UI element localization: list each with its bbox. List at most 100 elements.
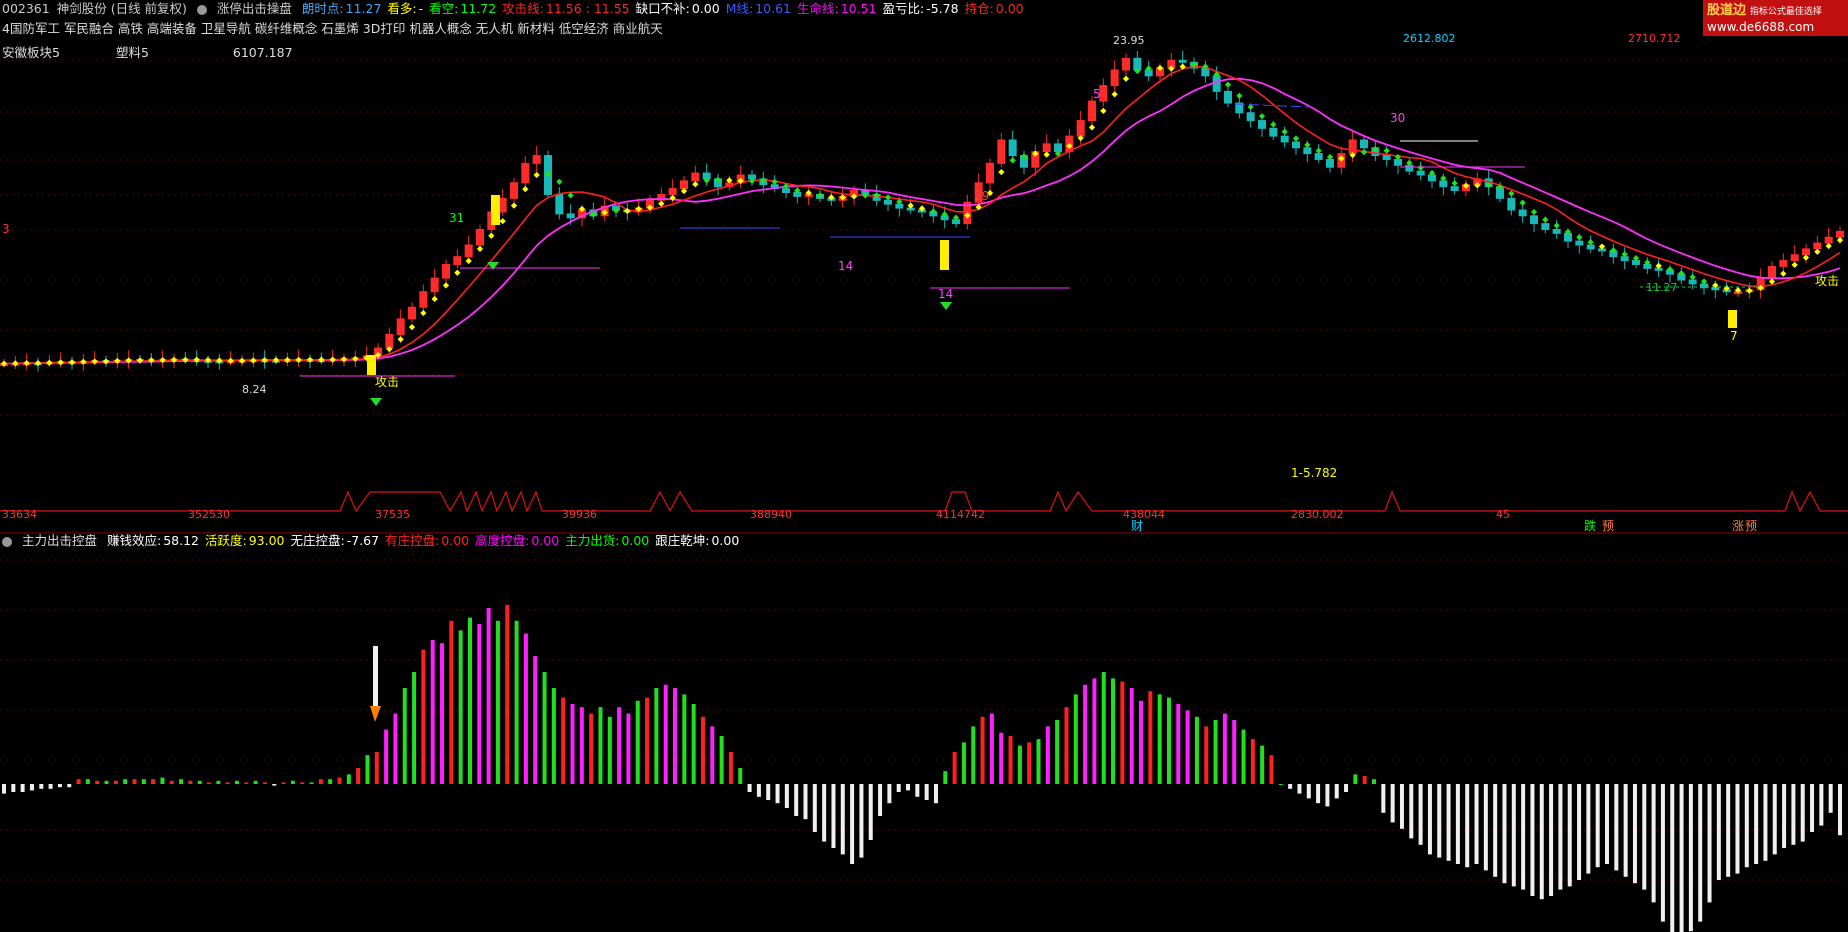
signal-label: 14 bbox=[838, 259, 853, 273]
histogram-bar bbox=[1502, 784, 1507, 884]
histogram-bar bbox=[132, 779, 137, 784]
histogram-bar bbox=[337, 777, 342, 784]
signal-label: 31 bbox=[449, 211, 464, 225]
trend-dot bbox=[1576, 234, 1583, 241]
candle-body bbox=[430, 277, 439, 293]
histogram-bar bbox=[1306, 784, 1311, 799]
histogram-bar bbox=[1772, 784, 1777, 855]
candle-body bbox=[1122, 57, 1130, 71]
trend-dot bbox=[1836, 237, 1844, 244]
signal-label: 攻击 bbox=[375, 375, 399, 389]
histogram-bar bbox=[1670, 784, 1675, 932]
main-item-label: 看空: bbox=[429, 1, 459, 16]
histogram-bar bbox=[1586, 784, 1591, 874]
trend-dot bbox=[1270, 121, 1277, 128]
histogram-bar bbox=[1204, 726, 1209, 784]
candle-body bbox=[532, 155, 541, 164]
histogram-bar bbox=[1409, 784, 1414, 839]
trend-dot bbox=[442, 282, 450, 289]
candle-body bbox=[1439, 180, 1448, 188]
trend-dot bbox=[499, 218, 506, 225]
trend-dot bbox=[420, 309, 427, 317]
signal-label: 5 bbox=[1093, 87, 1101, 101]
candle-body bbox=[884, 199, 892, 205]
histogram-bar bbox=[449, 620, 454, 784]
main-item-0: 朗时点: 11.27 bbox=[302, 1, 382, 16]
sub-item-3: 有庄控盘: 0.00 bbox=[385, 533, 469, 548]
watermark-title: 股道边 bbox=[1707, 3, 1747, 18]
bottom-number: 4114742 bbox=[936, 508, 985, 521]
histogram-bar bbox=[1297, 784, 1302, 794]
stock-chart-canvas[interactable]: 23.95 2612.802 2710.71211.278.24攻击攻击312930… bbox=[0, 0, 1848, 932]
main-indicator-values: 朗时点: 11.27 看多: - 看空: 11.72 攻击线: 11.56 : 11.55 缺口… bbox=[302, 1, 1030, 16]
histogram-bar bbox=[710, 726, 715, 784]
bottom-tag: 预 bbox=[1602, 519, 1614, 533]
histogram-bar bbox=[1269, 755, 1274, 784]
histogram-bar bbox=[579, 707, 584, 784]
histogram-bar bbox=[1605, 784, 1610, 864]
stock-code: 002361 bbox=[2, 1, 50, 16]
main-item-6: 生命线: 10.51 bbox=[797, 1, 877, 16]
histogram-bar bbox=[1017, 745, 1022, 784]
histogram-bar bbox=[1232, 720, 1237, 784]
histogram-bar bbox=[160, 777, 165, 784]
sub-item-6: 跟庄乾坤: 0.00 bbox=[655, 533, 739, 548]
trend-dot bbox=[692, 181, 699, 188]
histogram-bar bbox=[1437, 784, 1442, 858]
histogram-bar bbox=[1027, 742, 1032, 784]
trend-dot bbox=[1292, 135, 1300, 142]
trend-dot bbox=[510, 202, 518, 209]
settings-gear-icon-2[interactable] bbox=[2, 536, 12, 547]
histogram-bar bbox=[1390, 784, 1395, 823]
sub-item-1: 活跃度: 93.00 bbox=[205, 533, 285, 548]
sub-indicator-values: 赚钱效应: 58.12 活跃度: 93.00 无庄控盘: -7.67 有庄控盘: 0.00 高度… bbox=[107, 533, 745, 548]
histogram-bar bbox=[290, 780, 295, 784]
histogram-bar bbox=[1521, 784, 1526, 890]
histogram-bar bbox=[766, 784, 771, 800]
candle-body bbox=[1008, 139, 1017, 157]
signal-label: 3 bbox=[2, 222, 10, 236]
histogram-bar bbox=[1483, 784, 1488, 871]
histogram-bar bbox=[1241, 729, 1246, 784]
bottom-number: 352530 bbox=[188, 508, 230, 521]
histogram-bar bbox=[384, 729, 389, 784]
histogram-bar bbox=[663, 684, 668, 784]
trend-dot bbox=[1111, 91, 1118, 98]
main-indicator-name[interactable]: 涨停出击操盘 bbox=[217, 1, 292, 16]
main-item-value: 0.00 bbox=[995, 1, 1024, 16]
main-item-value: 11.56 : 11.55 bbox=[545, 1, 630, 16]
trend-dot bbox=[533, 171, 540, 179]
sub-item-value: -7.67 bbox=[346, 533, 380, 548]
histogram-bar bbox=[1455, 784, 1460, 864]
sector-value: 6107.187 bbox=[232, 45, 293, 60]
trend-dot bbox=[102, 358, 110, 365]
histogram-bar bbox=[11, 784, 16, 792]
sub-item-label: 赚钱效应: bbox=[106, 533, 162, 548]
histogram-bar bbox=[20, 784, 25, 792]
trend-dot bbox=[68, 359, 76, 366]
candle-body bbox=[555, 193, 564, 215]
sub-indicator-name[interactable]: 主力出击控盘 bbox=[22, 533, 97, 548]
sub-item-value: 0.00 bbox=[711, 533, 740, 548]
histogram-bar bbox=[328, 779, 333, 784]
histogram-bar bbox=[346, 774, 351, 784]
sub-item-label: 跟庄乾坤: bbox=[655, 533, 710, 548]
trend-dot bbox=[46, 359, 53, 366]
histogram-bar bbox=[700, 716, 705, 784]
trend-dot bbox=[1530, 208, 1538, 216]
bottom-tag: 预 bbox=[1745, 519, 1757, 533]
candle-body bbox=[1586, 244, 1595, 250]
histogram-bar bbox=[1036, 739, 1041, 784]
histogram-bar bbox=[1744, 784, 1749, 868]
histogram-bar bbox=[244, 782, 249, 784]
sector-label: 安徽板块5 bbox=[2, 45, 60, 60]
histogram-bar bbox=[1288, 784, 1293, 789]
histogram-bar bbox=[868, 784, 873, 840]
sub-item-label: 有庄控盘: bbox=[385, 533, 440, 548]
histogram-bar bbox=[561, 697, 566, 784]
settings-gear-icon[interactable] bbox=[196, 4, 207, 15]
main-item-4: 缺口不补: 0.00 bbox=[636, 1, 720, 16]
histogram-bar bbox=[234, 780, 239, 784]
histogram-bar bbox=[1260, 745, 1265, 784]
histogram-bar bbox=[1465, 784, 1470, 868]
